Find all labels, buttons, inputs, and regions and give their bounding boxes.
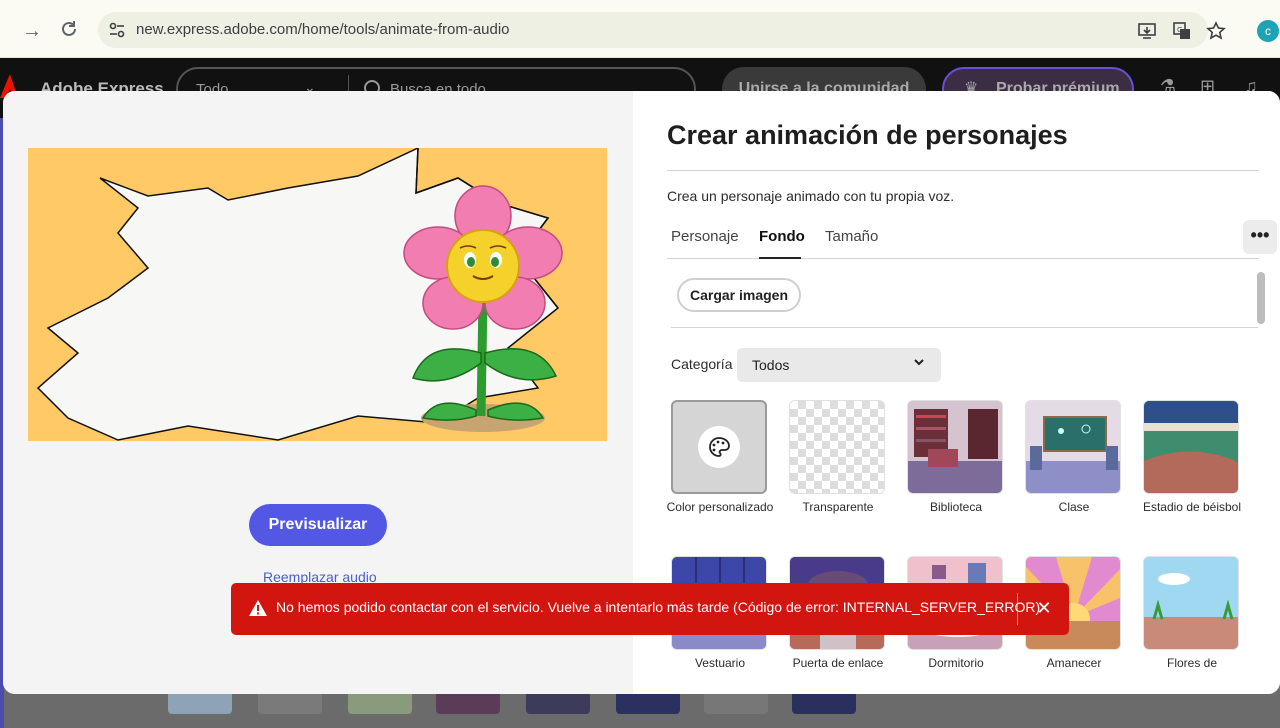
- tile-thumbnail: [789, 400, 885, 494]
- tile-label: Amanecer: [1046, 656, 1102, 670]
- svg-text:G: G: [1177, 26, 1182, 34]
- background-tile-transparent[interactable]: Transparente: [789, 400, 887, 517]
- modal-title: Crear animación de personajes: [667, 120, 1068, 150]
- translate-icon[interactable]: G: [1172, 21, 1192, 41]
- category-select-value: Todos: [752, 357, 790, 373]
- tile-label: Flores de: [1166, 656, 1218, 670]
- tile-label: Puerta de enlace: [792, 656, 884, 670]
- background-tile-baseball-stadium[interactable]: Estadio de béisbol: [1143, 400, 1241, 517]
- tabs-divider: [667, 258, 1259, 259]
- divider: [671, 327, 1258, 328]
- modal-subtitle: Crea un personaje animado con tu propia …: [667, 188, 955, 204]
- alert-icon: [249, 600, 267, 616]
- tile-label: Biblioteca: [929, 500, 983, 514]
- url-text[interactable]: new.express.adobe.com/home/tools/animate…: [136, 21, 510, 38]
- install-icon[interactable]: [1137, 21, 1157, 41]
- profile-avatar[interactable]: c: [1257, 20, 1279, 42]
- tab-tamano[interactable]: Tamaño: [825, 228, 878, 245]
- active-tab-indicator: [759, 257, 801, 259]
- bookmark-star-icon[interactable]: [1206, 21, 1226, 41]
- tab-fondo[interactable]: Fondo: [759, 228, 805, 245]
- tile-label: Clase: [1058, 500, 1090, 514]
- category-select[interactable]: Todos: [737, 348, 941, 382]
- divider: [1017, 593, 1018, 625]
- tile-thumbnail: [1025, 400, 1121, 494]
- tile-label: Vestuario: [694, 656, 746, 670]
- tab-personaje[interactable]: Personaje: [671, 228, 739, 245]
- tile-label: Color personalizado: [666, 500, 774, 514]
- tile-thumbnail: [907, 400, 1003, 494]
- reload-icon[interactable]: [57, 19, 81, 43]
- tile-thumbnail: [671, 400, 767, 494]
- background-tile-classroom[interactable]: Clase: [1025, 400, 1123, 517]
- tile-thumbnail: [1143, 400, 1239, 494]
- animation-canvas: [28, 148, 607, 441]
- back-arrow-icon[interactable]: →: [20, 19, 44, 43]
- error-toast: No hemos podido contactar con el servici…: [231, 583, 1069, 635]
- error-message: No hemos podido contactar con el servici…: [276, 599, 1041, 615]
- tile-label: Dormitorio: [928, 656, 984, 670]
- tile-label: Estadio de béisbol: [1142, 500, 1242, 514]
- background-tile-flowers[interactable]: Flores de: [1143, 556, 1241, 673]
- tile-thumbnail: [1143, 556, 1239, 650]
- background-tile-library[interactable]: Biblioteca: [907, 400, 1005, 517]
- browser-toolbar: → new.express.adobe.com/home/tools/anima…: [0, 0, 1280, 58]
- divider: [667, 170, 1259, 171]
- close-icon[interactable]: ✕: [1033, 597, 1055, 619]
- category-label: Categoría: [671, 356, 733, 372]
- address-bar[interactable]: new.express.adobe.com/home/tools/animate…: [98, 12, 1208, 48]
- site-settings-icon[interactable]: [108, 21, 126, 39]
- preview-button[interactable]: Previsualizar: [249, 504, 387, 546]
- upload-image-button[interactable]: Cargar imagen: [677, 278, 801, 312]
- chevron-down-icon: [913, 356, 925, 371]
- scrollbar[interactable]: [1257, 272, 1265, 324]
- tile-label: Transparente: [802, 500, 874, 514]
- more-options-icon[interactable]: •••: [1243, 220, 1277, 254]
- background-tile-custom-color[interactable]: Color personalizado: [667, 400, 773, 517]
